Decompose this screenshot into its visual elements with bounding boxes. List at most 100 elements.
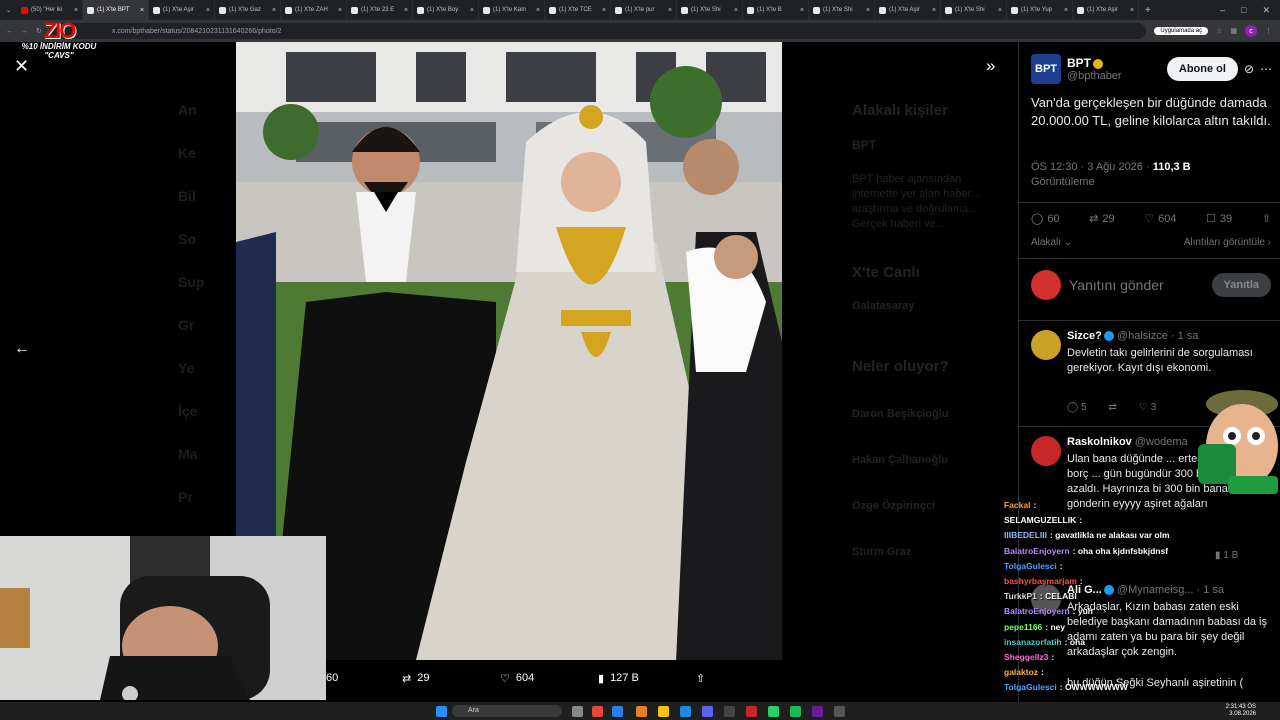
chat-text: : OWWWWWWW <box>1059 682 1128 693</box>
tab-close-icon[interactable]: × <box>272 7 276 14</box>
comment-repost-button[interactable]: ⇄ <box>1109 402 1117 413</box>
tab-close-icon[interactable]: × <box>734 7 738 14</box>
browser-tab[interactable]: (1) X'te Yup × <box>1007 0 1074 20</box>
maximize-icon[interactable]: □ <box>1241 5 1246 16</box>
back-icon[interactable]: ← <box>6 28 13 35</box>
app-icon[interactable] <box>612 706 623 717</box>
media-repost-button[interactable]: ⇄ 29 <box>402 672 429 685</box>
browser-tab[interactable]: (1) X'te Gaz × <box>215 0 282 20</box>
app-icon[interactable] <box>746 706 757 717</box>
share-icon[interactable]: ⇧ <box>696 672 705 685</box>
whatsapp-icon[interactable] <box>768 706 779 717</box>
tab-close-icon[interactable]: × <box>470 7 474 14</box>
media-reply-count[interactable]: 60 <box>326 672 338 684</box>
chat-message: bashyrbaşmarjam: <box>1004 574 1280 589</box>
app-icon[interactable] <box>834 706 845 717</box>
chat-text: : oha oha kjdnfsbkjdnsf <box>1072 545 1169 556</box>
comment-like-button[interactable]: ♡ 3 <box>1139 402 1156 413</box>
tab-close-icon[interactable]: × <box>404 7 408 14</box>
tab-close-icon[interactable]: × <box>800 7 804 14</box>
reply-submit-button[interactable]: Yanıtla <box>1211 273 1271 297</box>
tab-close-icon[interactable]: × <box>866 7 870 14</box>
app-icon[interactable] <box>724 706 735 717</box>
browser-tab[interactable]: (1) X'te Aşir × <box>149 0 216 20</box>
browser-tab[interactable]: (1) X'te TCE × <box>545 0 612 20</box>
tab-close-icon[interactable]: × <box>1064 7 1068 14</box>
repost-button[interactable]: ⇄ 29 <box>1089 212 1114 226</box>
browser-tab[interactable]: (1) X'te Kaln × <box>479 0 546 20</box>
browser-tab[interactable]: (1) X'te ZAH × <box>281 0 348 20</box>
browser-tab[interactable]: (50) "Her iki × <box>17 0 84 20</box>
tab-close-icon[interactable]: × <box>536 7 540 14</box>
taskbar-clock[interactable]: 2:31:43 ÖS 3.08.2026 <box>1226 704 1256 718</box>
browser-tab[interactable]: (1) X'te Boy × <box>413 0 480 20</box>
extensions-icon[interactable]: ▦ <box>1230 27 1237 35</box>
app-icon[interactable] <box>572 706 583 717</box>
related-row: Alakalı ⌄ Alıntıları görüntüle › <box>1031 237 1271 248</box>
browser-tab[interactable]: (1) X'te B × <box>743 0 810 20</box>
tab-close-icon[interactable]: × <box>206 7 210 14</box>
tab-close-icon[interactable]: × <box>338 7 342 14</box>
browser-tab[interactable]: (1) X'te Aşir × <box>875 0 942 20</box>
media-views-button[interactable]: ▮ 127 B <box>598 672 639 685</box>
account-name[interactable]: BPT <box>1067 56 1122 70</box>
tab-close-icon[interactable]: × <box>932 7 936 14</box>
menu-dots-icon[interactable]: ⋮ <box>1265 27 1280 35</box>
browser-tab[interactable]: (1) X'te BPT × <box>83 0 150 20</box>
taskbar-search[interactable]: Ara <box>452 705 562 717</box>
chat-text: : ney <box>1045 621 1066 632</box>
related-dropdown[interactable]: Alakalı ⌄ <box>1031 237 1072 248</box>
comment-avatar[interactable] <box>1031 330 1061 360</box>
app-icon[interactable] <box>636 706 647 717</box>
collapse-panel-icon[interactable]: » <box>986 56 995 76</box>
bookmark-button[interactable]: ☐ 39 <box>1206 212 1232 226</box>
browser-tab[interactable]: (1) X'te Aşir × <box>1073 0 1140 20</box>
tab-close-icon[interactable]: × <box>140 7 144 14</box>
browser-tab[interactable]: (1) X'te Shi × <box>809 0 876 20</box>
comment-avatar[interactable] <box>1031 436 1061 466</box>
discord-icon[interactable] <box>702 706 713 717</box>
share-icon[interactable]: ⇧ <box>1262 212 1271 225</box>
close-window-icon[interactable]: ✕ <box>1262 5 1270 16</box>
profile-avatar[interactable]: c <box>1245 25 1257 37</box>
reply-button[interactable]: ◯ 60 <box>1031 212 1060 226</box>
chrome-icon[interactable] <box>592 706 603 717</box>
minimize-icon[interactable]: – <box>1220 5 1225 16</box>
chat-message: TolgaGulesci: <box>1004 559 1280 574</box>
tab-close-icon[interactable]: × <box>998 7 1002 14</box>
tab-close-icon[interactable]: × <box>602 7 606 14</box>
open-in-app-badge[interactable]: Uygulamada aç <box>1154 27 1209 35</box>
browser-tab[interactable]: (1) X'te Shi × <box>677 0 744 20</box>
comment-reply-button[interactable]: ◯ 5 <box>1067 402 1087 413</box>
grok-icon[interactable]: ⊘ <box>1244 62 1254 76</box>
tab-close-icon[interactable]: × <box>1130 7 1134 14</box>
tab-label: (1) X'te Yup <box>1021 7 1053 13</box>
chat-message: BalatroEnjoyern: yuh <box>1004 604 1280 619</box>
star-icon[interactable]: ☆ <box>1216 27 1222 35</box>
tab-label: (1) X'te Aşir <box>1087 7 1118 13</box>
tab-search-icon[interactable]: ⌄ <box>0 7 17 14</box>
app-icon[interactable] <box>680 706 691 717</box>
like-button[interactable]: ♡ 604 <box>1144 212 1176 226</box>
tab-close-icon[interactable]: × <box>668 7 672 14</box>
new-tab-icon[interactable]: + <box>1139 5 1157 16</box>
subscribe-button[interactable]: Abone ol <box>1166 57 1238 81</box>
media-like-button[interactable]: ♡ 604 <box>500 672 534 685</box>
app-icon[interactable] <box>812 706 823 717</box>
previous-arrow-icon[interactable]: ← <box>14 340 30 358</box>
spotify-icon[interactable] <box>790 706 801 717</box>
reply-input[interactable]: Yanıtını gönder <box>1069 277 1204 293</box>
account-avatar[interactable]: BPT <box>1031 54 1061 84</box>
account-handle[interactable]: @bpthaber <box>1067 70 1122 82</box>
chat-text: : CELABI <box>1039 591 1077 602</box>
browser-tab[interactable]: (1) X'te Shi × <box>941 0 1008 20</box>
more-options-icon[interactable]: ⋯ <box>1260 62 1272 76</box>
start-icon[interactable] <box>436 706 447 717</box>
related-account-name: BPT <box>852 138 876 152</box>
url-field[interactable]: x.com/bpthaber/status/208421023113164026… <box>49 23 1147 39</box>
tab-close-icon[interactable]: × <box>74 7 78 14</box>
folder-icon[interactable] <box>658 706 669 717</box>
view-quotes-link[interactable]: Alıntıları görüntüle › <box>1184 237 1271 248</box>
browser-tab[interactable]: (1) X'te 23 E × <box>347 0 414 20</box>
browser-tab[interactable]: (1) X'te pur × <box>611 0 678 20</box>
